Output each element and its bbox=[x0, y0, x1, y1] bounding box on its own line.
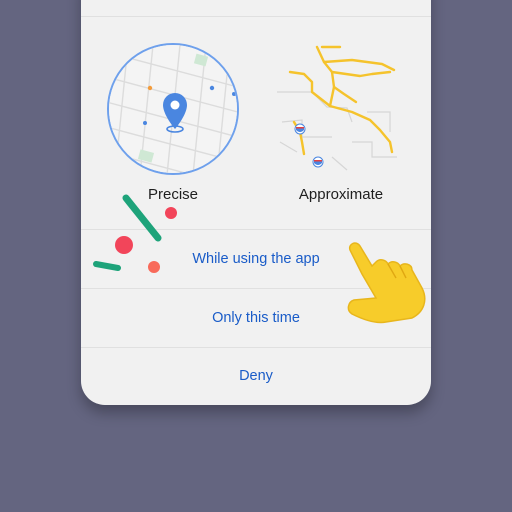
pointing-hand-icon bbox=[347, 242, 426, 324]
approximate-map bbox=[277, 45, 397, 171]
confetti-green-stroke bbox=[122, 194, 162, 242]
deny-button[interactable]: Deny bbox=[81, 348, 431, 405]
confetti-green-stroke bbox=[93, 261, 121, 271]
precise-map bbox=[107, 43, 239, 175]
confetti-red-dot bbox=[165, 207, 177, 219]
top-divider bbox=[81, 16, 431, 17]
precise-map-streets bbox=[109, 45, 237, 173]
confetti-red-dot bbox=[148, 261, 160, 273]
confetti-red-dot bbox=[115, 236, 133, 254]
confetti-decoration bbox=[93, 194, 177, 273]
approximate-label: Approximate bbox=[298, 186, 384, 203]
